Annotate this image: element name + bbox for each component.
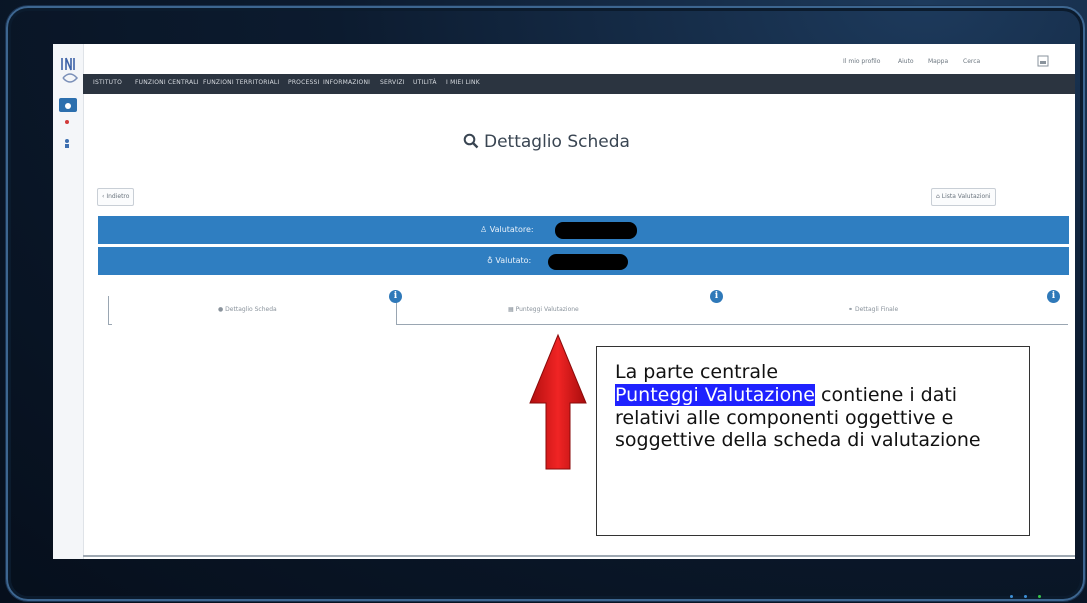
nav-item-servizi[interactable]: SERVIZI	[380, 79, 405, 86]
left-sidebar	[53, 44, 84, 559]
callout-highlight: Punteggi Valutazione	[615, 383, 815, 406]
valutato-bar: ♁ Valutato:	[98, 247, 1069, 275]
nav-item-istituto[interactable]: ISTITUTO	[93, 79, 122, 86]
util-map-link[interactable]: Mappa	[928, 58, 948, 65]
callout-line1: La parte centrale	[615, 361, 779, 383]
nav-item-utilita[interactable]: UTILITÀ	[413, 79, 437, 86]
redacted-valutato	[548, 254, 628, 270]
list-valutazioni-button[interactable]: ⌂ Lista Valutazioni	[931, 188, 996, 206]
callout-body: Punteggi Valutazione contiene i dati rel…	[615, 383, 1011, 452]
home-small-icon: ⌂	[936, 193, 940, 200]
back-button[interactable]: ‹ Indietro	[97, 188, 135, 206]
tab-bar: ● Dettaglio Scheda ▦ Punteggi Valutazion…	[108, 290, 1068, 326]
user-icon: ♙	[480, 225, 488, 234]
redacted-valutatore	[555, 222, 637, 239]
top-navigation: ISTITUTO FUNZIONI CENTRALI FUNZIONI TERR…	[83, 74, 1075, 94]
table-icon: ▦	[508, 306, 514, 313]
badge-icon: ♁	[487, 256, 493, 265]
link-icon: ⚭	[848, 306, 854, 313]
nav-item-processi[interactable]: PROCESSI	[288, 79, 319, 86]
util-help-link[interactable]: Aiuto	[898, 58, 914, 65]
search-icon	[463, 133, 479, 149]
red-arrow-up	[529, 333, 587, 470]
valutatore-bar: ♙ Valutatore:	[98, 216, 1069, 244]
valutatore-label: ♙ Valutatore:	[480, 225, 534, 234]
nav-item-informazioni[interactable]: INFORMAZIONI	[323, 79, 370, 86]
inps-logo	[61, 57, 78, 83]
home-icon[interactable]	[59, 98, 77, 112]
chevron-left-icon: ‹	[102, 193, 105, 200]
nav-item-funzioni-centrali[interactable]: FUNZIONI CENTRALI	[135, 79, 199, 86]
nav-item-miei-link[interactable]: I MIEI LINK	[446, 79, 480, 86]
footer-divider	[83, 555, 1075, 557]
back-button-label: Indietro	[106, 193, 130, 200]
nav-item-funzioni-territoriali[interactable]: FUNZIONI TERRITORIALI	[203, 79, 279, 86]
page-title: Dettaglio Scheda	[463, 132, 630, 152]
alert-icon[interactable]	[59, 116, 77, 130]
util-search-link[interactable]: Cerca	[963, 58, 980, 65]
page-title-text: Dettaglio Scheda	[484, 132, 630, 152]
valutato-label: ♁ Valutato:	[487, 256, 532, 265]
info-icon[interactable]: i	[389, 290, 402, 303]
info-icon[interactable]: i	[1047, 290, 1060, 303]
user-icon[interactable]	[59, 136, 77, 150]
print-icon[interactable]	[1037, 55, 1049, 67]
tab-dettaglio-scheda[interactable]: ● Dettaglio Scheda	[108, 296, 396, 324]
tab-dettagli-finale[interactable]: ⚭ Dettagli Finale	[738, 296, 1068, 324]
status-dots	[1010, 583, 1047, 602]
annotation-callout: La parte centrale Punteggi Valutazione c…	[596, 346, 1030, 536]
tab-punteggi-valutazione[interactable]: ▦ Punteggi Valutazione	[396, 296, 726, 324]
util-profile-link[interactable]: Il mio profilo	[843, 58, 880, 65]
info-circle-icon: ●	[218, 306, 224, 313]
list-valutazioni-label: Lista Valutazioni	[941, 193, 991, 200]
info-icon[interactable]: i	[710, 290, 723, 303]
